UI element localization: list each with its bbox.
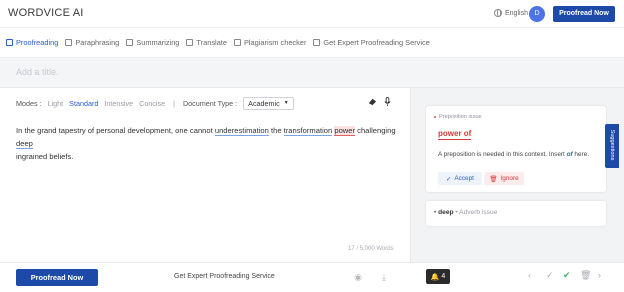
issue-type-text: Preposition issue [439,114,482,120]
suggestion-card[interactable]: Preposition issue power of A preposition… [426,106,606,192]
mode-intensive[interactable]: Intensive [104,99,133,108]
title-bar: Add a title. [0,58,624,88]
download-icon[interactable]: ⤓ [378,271,390,283]
check-all-icon[interactable]: ✔ [563,270,571,281]
suggestion-type: Adverb issue [459,209,498,216]
summarizing-icon [126,39,134,46]
next-icon[interactable]: › [598,270,601,280]
tab-label: Translate [196,38,227,47]
trash-icon: 🗑 [489,175,498,183]
suggestions-side-tab[interactable]: Suggestions [605,124,619,168]
text-segment: challenging [355,126,396,135]
tab-translate[interactable]: Translate [186,38,227,47]
document-type-value: Academic [248,98,280,108]
text-segment: the [268,126,284,135]
issues-count: 4 [441,273,446,280]
editor-toolbar: Modes : Light Standard Intensive Concise… [16,96,396,110]
tab-label: Summarizing [136,38,180,47]
suggestion-word: deep [438,209,454,216]
bottom-bar: Proofread Now Get Expert Proofreading Se… [0,262,624,292]
editor-text[interactable]: In the grand tapestry of personal develo… [16,124,402,163]
document-type-label: Document Type : [182,98,238,108]
external-link-icon [313,39,321,46]
top-header: WORDVICE AI English D Proofread Now [0,0,624,28]
ignore-label: Ignore [500,175,519,182]
paraphrasing-icon [65,39,73,46]
accept-label: Accept [454,175,474,182]
mode-concise[interactable]: Concise [139,99,165,108]
language-label: English [505,9,528,17]
proofreading-icon [6,39,13,46]
desc-prefix: A preposition is needed in this context.… [438,151,567,158]
text-segment: In the grand tapestry of personal develo… [16,126,215,135]
mode-standard[interactable]: Standard [69,99,98,108]
side-tab-label: Suggestions [609,129,615,161]
chevron-down-icon: ▼ [283,100,289,106]
desc-suffix: here. [572,151,589,158]
bullet: • [455,209,458,216]
bell-icon: 🔔 [430,273,440,281]
language-selector[interactable]: English [494,9,528,17]
trash-icon[interactable]: 🗑 [580,270,591,281]
suggested-phrase: power of [438,129,472,140]
highlight-power[interactable]: power [334,126,356,136]
tab-paraphrasing[interactable]: Paraphrasing [65,38,119,47]
prev-icon[interactable]: ‹ [528,270,531,280]
toolbar-separator: | [173,98,175,108]
header-proofread-button[interactable]: Proofread Now [553,6,615,22]
eye-icon[interactable]: ◉ [352,271,364,283]
tab-label: Plagiarism checker [243,38,307,47]
modes-label: Modes : [16,98,42,108]
tab-proofreading[interactable]: Proofreading [6,38,58,47]
highlight-underestimation[interactable]: underestimation [214,126,269,136]
issues-count-badge[interactable]: 🔔 4 [426,269,450,284]
mode-light[interactable]: Light [48,99,64,108]
issue-dot-icon [434,115,436,118]
avatar[interactable]: D [529,6,545,22]
text-segment: ingrained beliefs. [16,152,74,161]
tab-expert-service[interactable]: Get Expert Proofreading Service [313,38,430,47]
tool-tabs: Proofreading Paraphrasing Summarizing Tr… [0,28,624,58]
suggestion-item[interactable]: • deep • Adverb issue [426,201,606,226]
tab-label: Get Expert Proofreading Service [323,38,430,47]
ignore-button[interactable]: 🗑 Ignore [484,172,524,185]
document-type-select[interactable]: Academic ▼ [243,96,294,110]
highlight-deep[interactable]: deep [16,139,33,149]
tab-summarizing[interactable]: Summarizing [126,38,179,47]
title-input[interactable]: Add a title. [16,67,59,77]
issue-type-label: Preposition issue [434,114,482,120]
check-icon[interactable]: ✓ [546,270,554,281]
microphone-icon[interactable] [383,97,392,106]
translate-icon [186,39,194,46]
accept-button[interactable]: ✓ Accept [438,172,482,185]
tab-plagiarism-checker[interactable]: Plagiarism checker [233,38,307,47]
globe-icon [494,9,502,17]
highlight-transformation[interactable]: transformation [283,126,333,136]
suggestion-description: A preposition is needed in this context.… [438,151,589,158]
bullet: • [434,209,437,216]
check-icon: ✓ [446,175,452,183]
logo[interactable]: WORDVICE AI [8,7,84,19]
proofread-now-button[interactable]: Proofread Now [16,269,98,286]
word-count: 17 / 5,000 Words [348,246,394,252]
tab-label: Proofreading [16,38,59,47]
eraser-icon[interactable] [368,97,377,106]
tab-label: Paraphrasing [75,38,120,47]
plagiarism-icon [233,39,241,46]
expert-service-link[interactable]: Get Expert Proofreading Service [174,273,275,280]
